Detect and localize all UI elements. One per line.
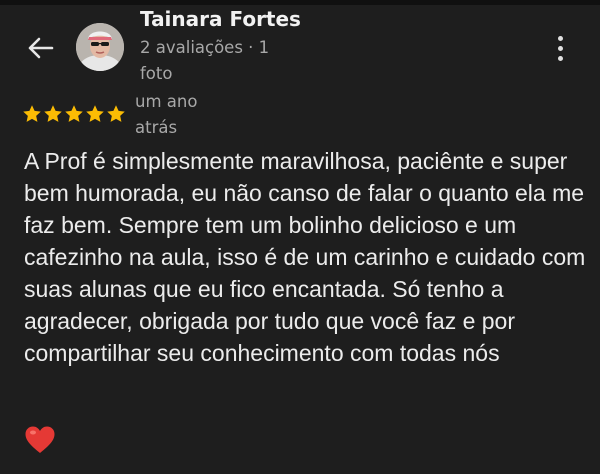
more-options-button[interactable] — [548, 30, 572, 66]
more-vertical-icon — [557, 35, 563, 41]
avatar-photo — [76, 23, 124, 71]
more-vertical-icon-dot — [557, 45, 563, 51]
reviewer-meta: 2 avaliações · 1 foto — [140, 38, 270, 83]
avatar[interactable] — [76, 23, 124, 71]
star-icon — [44, 105, 62, 122]
heart-icon — [25, 426, 55, 453]
status-bar — [0, 0, 600, 5]
review-text: A Prof é simplesmente maravilhosa, paciê… — [24, 148, 586, 366]
star-rating — [22, 104, 126, 124]
star-icon — [65, 105, 83, 122]
review-date: um ano atrás — [135, 92, 198, 137]
star-icon — [23, 105, 41, 122]
star-icon — [86, 105, 104, 122]
back-button[interactable] — [22, 32, 58, 64]
reviewer-name[interactable]: Tainara Fortes — [140, 7, 301, 31]
star-icon — [107, 105, 125, 122]
arrow-left-icon — [28, 37, 54, 59]
more-vertical-icon-dot — [557, 55, 563, 61]
